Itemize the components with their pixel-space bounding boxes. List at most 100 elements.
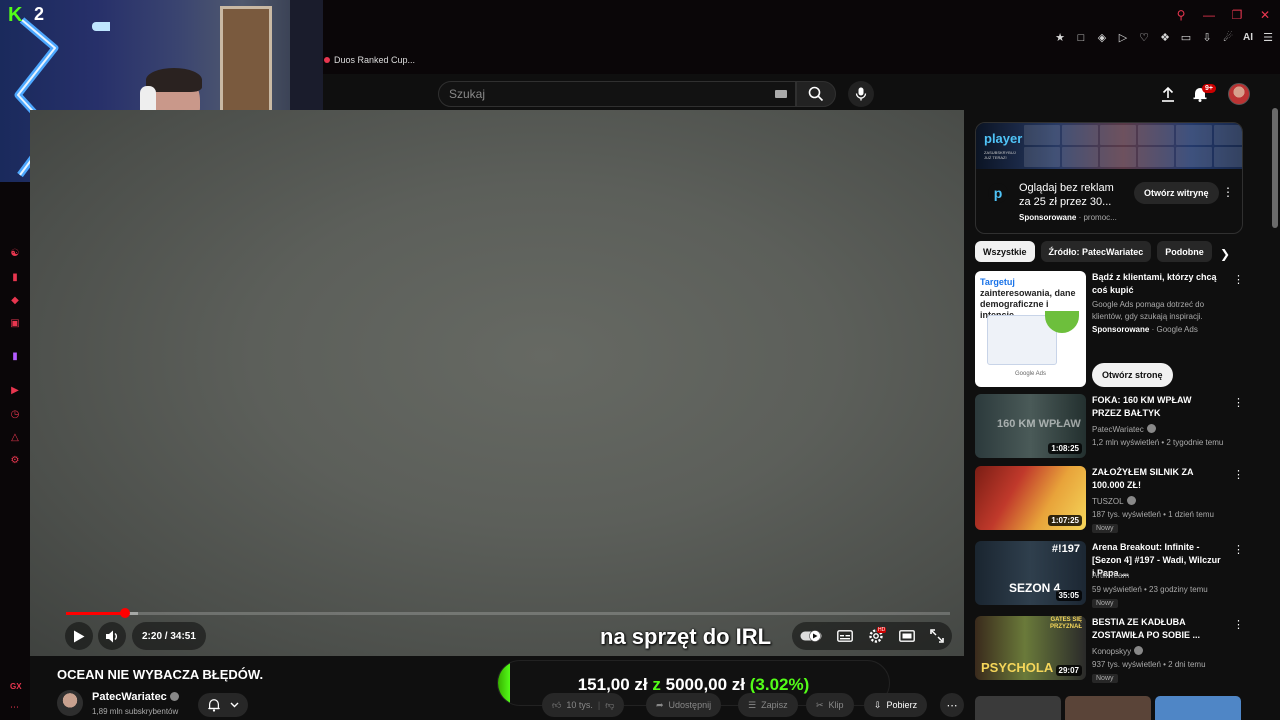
theater-mode-button[interactable] [899, 630, 916, 642]
sponsored-ad-card[interactable]: player ZASUBSKRYBUJ JUŻ TERAZ! p Oglądaj… [975, 122, 1243, 234]
video-more-icon[interactable]: ⋮ [1233, 468, 1244, 481]
channel-name-row[interactable]: PatecWariatec [1092, 424, 1156, 434]
chip-all[interactable]: Wszystkie [975, 241, 1035, 262]
thumbs-down-icon[interactable]: 👎︎ [605, 700, 614, 711]
channel-name-row[interactable]: PatecWariatec [92, 691, 179, 703]
close-icon[interactable]: ✕ [1258, 8, 1272, 22]
donation-goal-text: 151,00 zł z 5000,00 zł (3.02%) [498, 675, 889, 695]
video-more-icon[interactable]: ⋮ [1233, 396, 1244, 409]
ad-open-site-button[interactable]: Otwórz witrynę [1134, 182, 1219, 204]
goal-connector: z [652, 675, 661, 694]
video-more-icon[interactable]: ⋮ [1233, 543, 1244, 556]
share-button[interactable]: ➦ Udostępnij [646, 693, 722, 717]
video-thumbnail[interactable]: 1:07:25 [975, 466, 1086, 530]
channel-name[interactable]: Artill Team [1092, 571, 1129, 580]
search-icon[interactable]: ⚲ [1174, 8, 1188, 22]
channel-name[interactable]: PatecWariatec [1092, 425, 1144, 434]
video-title[interactable]: ZAŁOŻYŁEM SILNIK ZA 100.000 ZŁ! [1092, 466, 1222, 492]
play-icon[interactable]: ▷ [1117, 31, 1129, 44]
clock-icon[interactable]: ◷ [9, 409, 21, 421]
google-ad-title[interactable]: Bądź z klientami, którzy chcą coś kupić [1092, 271, 1227, 297]
subscribe-bell-button[interactable] [198, 693, 248, 717]
fullscreen-button[interactable] [930, 629, 945, 643]
search-button[interactable] [796, 81, 836, 107]
ad-more-icon[interactable]: ⋮ [1222, 185, 1234, 199]
browser-tab[interactable]: Duos Ranked Cup... [324, 55, 415, 65]
gx-logo: GX [10, 682, 22, 691]
google-ad-open-button[interactable]: Otwórz stronę [1092, 363, 1173, 387]
ad-banner[interactable]: player ZASUBSKRYBUJ JUŻ TERAZ! [976, 123, 1242, 169]
history-icon[interactable]: ☯ [9, 248, 21, 260]
list-item[interactable]: GATES SIĘ PRZYZNAŁ PSYCHOLA 29:07 BESTIA… [975, 616, 1244, 686]
shield-icon[interactable]: △ [9, 432, 21, 444]
gear-icon[interactable]: ⚙ [9, 455, 21, 467]
video-title[interactable]: FOKA: 160 KM WPŁAW PRZEZ BAŁTYK [1092, 394, 1222, 420]
user-avatar[interactable] [1228, 83, 1250, 105]
download-icon[interactable]: ⇩ [1201, 31, 1213, 44]
video-thumbnail[interactable]: GATES SIĘ PRZYZNAŁ PSYCHOLA 29:07 [975, 616, 1086, 680]
heart-icon[interactable]: ♡ [1138, 31, 1150, 44]
volume-button[interactable] [98, 622, 126, 650]
save-button[interactable]: ☰ Zapisz [738, 693, 798, 717]
share-icon: ➦ [656, 699, 664, 710]
chip-from-channel[interactable]: Źródło: PatecWariatec [1040, 241, 1152, 262]
subtitles-button[interactable] [836, 630, 853, 642]
more-actions-button[interactable]: ⋯ [940, 693, 964, 717]
list-item[interactable]: #!197 SEZON 4 35:05 Arena Breakout: Infi… [975, 541, 1244, 611]
ad-title[interactable]: Oglądaj bez reklam za 25 zł przez 30... [1019, 181, 1119, 209]
like-count: 10 tys. [566, 700, 593, 710]
ad-sponsored: Sponsorowane [1019, 213, 1077, 222]
video-thumbnail[interactable] [975, 696, 1061, 720]
sidebar-scrollbar[interactable] [1272, 108, 1278, 228]
keyboard-icon[interactable] [775, 90, 787, 98]
minimize-icon[interactable]: — [1202, 8, 1216, 22]
google-ad-more-icon[interactable]: ⋮ [1233, 273, 1244, 286]
channel-name[interactable]: Konopskyy [1092, 647, 1131, 656]
video-title[interactable]: BESTIA ZE KADŁUBA ZOSTAWIŁA PO SOBIE ... [1092, 616, 1222, 642]
chevron-right-icon[interactable]: ❯ [1220, 247, 1230, 261]
voice-search-button[interactable] [848, 81, 874, 107]
video-thumbnail[interactable] [1155, 696, 1241, 720]
note-icon[interactable]: ▭ [1180, 31, 1192, 44]
twitch-icon[interactable]: ▮ [9, 351, 21, 363]
chip-related[interactable]: Podobne [1157, 241, 1212, 262]
menu-icon[interactable]: ☰ [1262, 31, 1274, 44]
video-thumbnail[interactable] [1065, 696, 1151, 720]
google-ad-thumbnail[interactable]: Targetuj zainteresowania, dane demografi… [975, 271, 1086, 387]
like-button[interactable]: 👍︎ 10 tys. | 👎︎ [542, 693, 625, 717]
video-duration: 35:05 [1055, 590, 1082, 601]
upload-button[interactable] [1158, 84, 1178, 104]
tag-icon[interactable]: ◆ [9, 295, 21, 307]
download-button[interactable]: ⇩ Pobierz [864, 693, 928, 717]
video-thumbnail[interactable]: #!197 SEZON 4 35:05 [975, 541, 1086, 605]
search-bar[interactable] [438, 81, 796, 107]
player-icon[interactable]: ▶ [9, 385, 21, 397]
pin-icon[interactable]: ★ [1054, 31, 1066, 44]
progress-bar[interactable] [66, 608, 950, 618]
maximize-icon[interactable]: ❐ [1230, 8, 1244, 22]
channel-name[interactable]: TUSZOL [1092, 497, 1124, 506]
puzzle-icon[interactable]: ❖ [1159, 31, 1171, 44]
microphone-icon [855, 87, 867, 101]
channel-name-row[interactable]: TUSZOL [1092, 496, 1136, 506]
video-player[interactable] [30, 110, 964, 656]
search-input[interactable] [449, 87, 749, 101]
more-icon[interactable]: ⋯ [10, 702, 19, 713]
channel-name[interactable]: PatecWariatec [92, 691, 167, 703]
list-item[interactable]: 160 KM WPŁAW 1:08:25 FOKA: 160 KM WPŁAW … [975, 394, 1244, 464]
speed-dial-icon[interactable]: ☄ [1222, 31, 1234, 44]
autoplay-toggle[interactable] [800, 630, 822, 642]
ai-button[interactable]: AI [1243, 32, 1253, 43]
video-thumbnail[interactable]: 160 KM WPŁAW 1:08:25 [975, 394, 1086, 458]
bookmark-icon[interactable]: □ [1075, 32, 1087, 44]
video-more-icon[interactable]: ⋮ [1233, 618, 1244, 631]
channel-name-row[interactable]: Konopskyy [1092, 646, 1144, 656]
bag-icon[interactable]: ▮ [9, 272, 21, 284]
list-item[interactable]: 1:07:25 ZAŁOŻYŁEM SILNIK ZA 100.000 ZŁ! … [975, 466, 1244, 536]
more-recommendations [975, 696, 1241, 720]
shield-icon[interactable]: ◈ [1096, 31, 1108, 44]
news-icon[interactable]: ▣ [9, 318, 21, 330]
clip-button[interactable]: ✂ Klip [806, 693, 854, 717]
play-button[interactable] [65, 622, 93, 650]
channel-avatar[interactable] [57, 690, 83, 716]
